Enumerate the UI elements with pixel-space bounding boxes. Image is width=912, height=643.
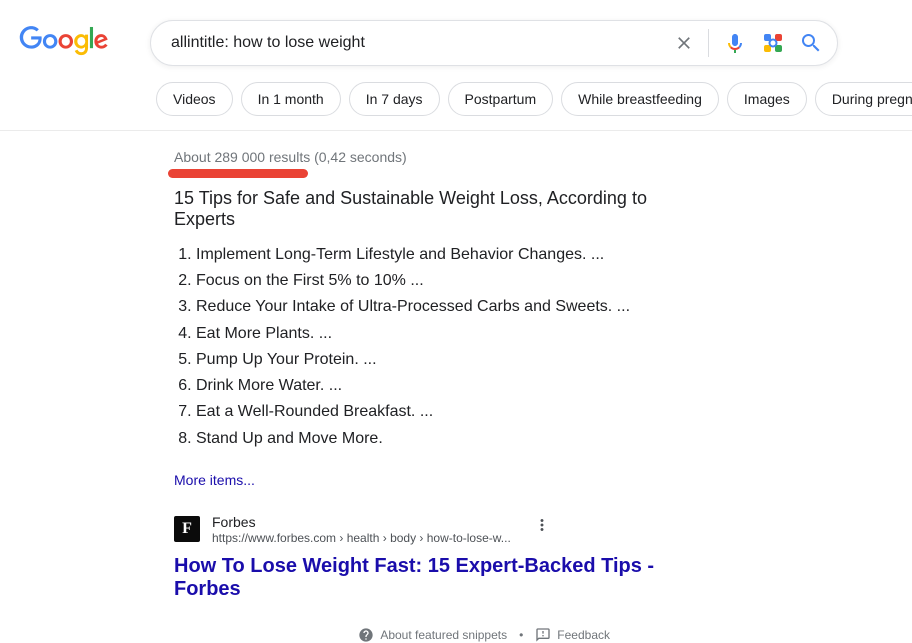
chip-pregnancy[interactable]: During pregnancy — [815, 82, 912, 116]
chip-in-7-days[interactable]: In 7 days — [349, 82, 440, 116]
featured-snippet-title: 15 Tips for Safe and Sustainable Weight … — [174, 188, 700, 230]
result-stats: About 289 000 results (0,42 seconds) — [174, 149, 700, 165]
more-items-link[interactable]: More items... — [174, 472, 700, 488]
list-item: Eat More Plants. ... — [196, 321, 700, 347]
list-item: Focus on the First 5% to 10% ... — [196, 268, 700, 294]
help-icon — [358, 627, 374, 643]
camera-icon[interactable] — [761, 31, 785, 55]
search-divider — [708, 29, 709, 57]
list-item: Drink More Water. ... — [196, 373, 700, 399]
search-box — [150, 20, 838, 66]
list-item: Stand Up and Move More. — [196, 426, 700, 452]
list-item: Reduce Your Intake of Ultra-Processed Ca… — [196, 294, 700, 320]
list-item: Eat a Well-Rounded Breakfast. ... — [196, 399, 700, 425]
snippet-footer: About featured snippets • Feedback — [0, 627, 700, 643]
favicon: F — [174, 516, 200, 542]
feedback-link[interactable]: Feedback — [535, 627, 610, 643]
about-snippets-link[interactable]: About featured snippets — [358, 627, 507, 643]
search-input[interactable] — [171, 34, 674, 52]
source-url: https://www.forbes.com › health › body ›… — [212, 531, 511, 545]
feedback-icon — [535, 627, 551, 643]
chip-videos[interactable]: Videos — [156, 82, 233, 116]
chip-breastfeeding[interactable]: While breastfeeding — [561, 82, 719, 116]
chip-images[interactable]: Images — [727, 82, 807, 116]
annotation-underline — [168, 169, 308, 178]
result-menu-icon[interactable] — [533, 516, 551, 539]
google-logo[interactable] — [18, 26, 110, 61]
list-item: Implement Long-Term Lifestyle and Behavi… — [196, 242, 700, 268]
search-result: F Forbes https://www.forbes.com › health… — [174, 514, 700, 601]
filter-chips: Videos In 1 month In 7 days Postpartum W… — [0, 72, 912, 131]
result-title-link[interactable]: How To Lose Weight Fast: 15 Expert-Backe… — [174, 555, 700, 601]
list-item: Pump Up Your Protein. ... — [196, 347, 700, 373]
microphone-icon[interactable] — [723, 31, 747, 55]
footer-separator: • — [519, 628, 523, 642]
featured-snippet-list: Implement Long-Term Lifestyle and Behavi… — [174, 242, 700, 452]
chip-in-1-month[interactable]: In 1 month — [241, 82, 341, 116]
clear-icon[interactable] — [674, 33, 694, 53]
search-icon[interactable] — [799, 31, 823, 55]
source-name: Forbes — [212, 514, 511, 530]
chip-postpartum[interactable]: Postpartum — [448, 82, 554, 116]
header — [0, 0, 912, 72]
results-content: About 289 000 results (0,42 seconds) 15 … — [0, 131, 700, 643]
